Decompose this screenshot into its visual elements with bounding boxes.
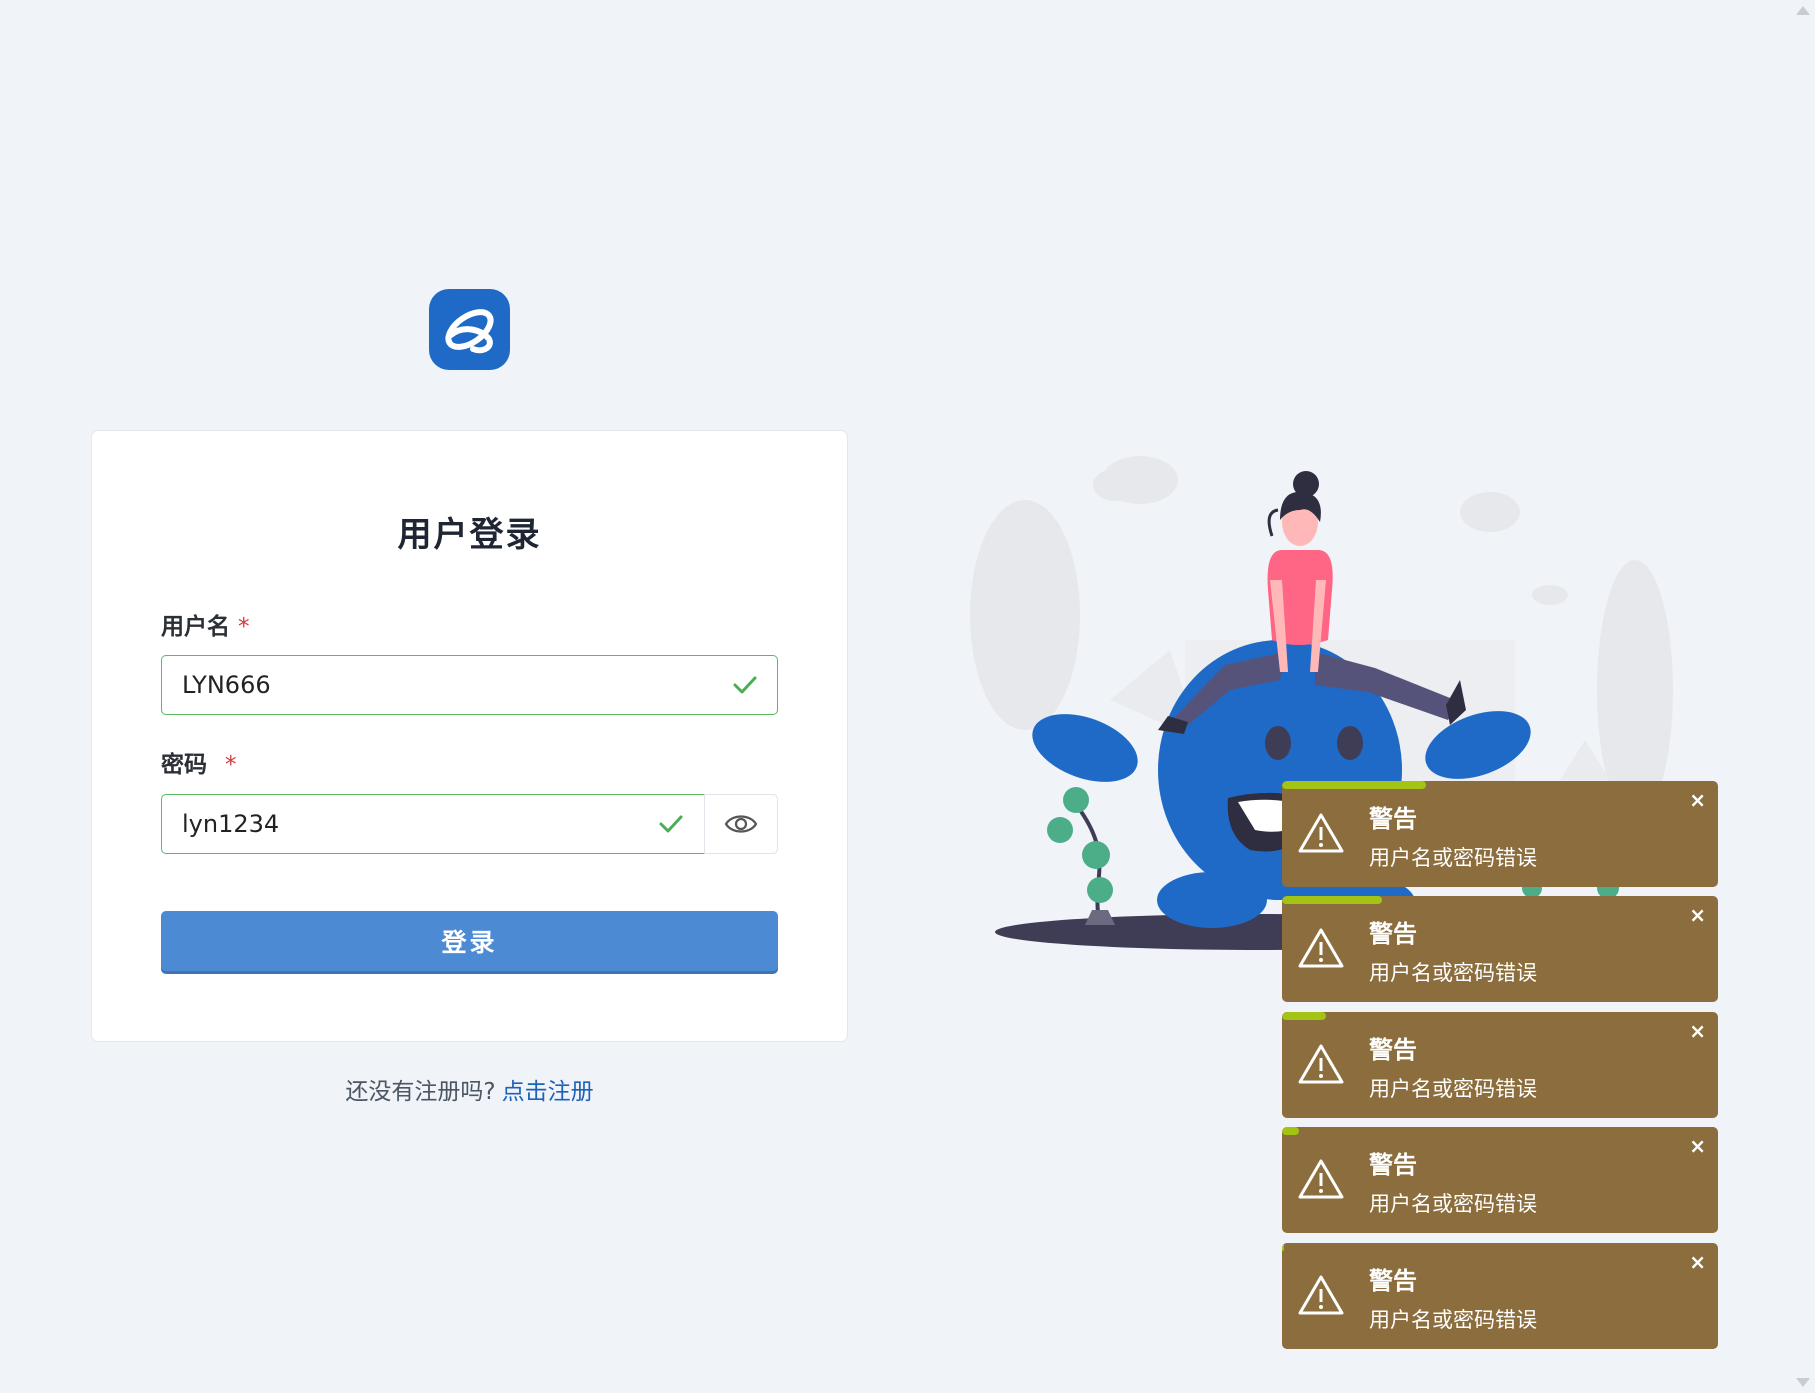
toast-message: 用户名或密码错误 (1369, 846, 1537, 870)
toast-message: 用户名或密码错误 (1369, 1077, 1537, 1101)
password-group (161, 794, 778, 854)
login-card: 用户登录 用户名 * 密码 * 登录 (91, 430, 848, 1042)
page-title: 用户登录 (397, 515, 542, 555)
toast-progress-bar (1282, 1012, 1326, 1020)
warning-toast: 警告 用户名或密码错误 × (1282, 1127, 1718, 1233)
toast-progress-bar (1282, 781, 1426, 789)
toast-message: 用户名或密码错误 (1369, 961, 1537, 985)
close-icon[interactable]: × (1689, 1136, 1706, 1156)
warning-toast: 警告 用户名或密码错误 × (1282, 781, 1718, 887)
toast-message: 用户名或密码错误 (1369, 1308, 1537, 1332)
warning-triangle-icon (1298, 813, 1344, 853)
warning-triangle-icon (1298, 1275, 1344, 1315)
eye-icon (724, 815, 758, 833)
checkmark-icon (659, 815, 683, 833)
required-mark: * (225, 752, 237, 778)
warning-triangle-icon (1298, 1044, 1344, 1084)
register-link[interactable]: 点击注册 (502, 1079, 594, 1105)
toast-title: 警告 (1369, 920, 1417, 948)
required-mark: * (238, 614, 250, 640)
close-icon[interactable]: × (1689, 1252, 1706, 1272)
password-label: 密码 * (161, 745, 237, 779)
register-prompt: 还没有注册吗? 点击注册 (91, 1072, 848, 1106)
username-input[interactable] (182, 656, 642, 714)
toast-title: 警告 (1369, 1036, 1417, 1064)
register-prompt-text: 还没有注册吗? (345, 1079, 496, 1105)
password-input[interactable] (182, 795, 602, 853)
warning-toast: 警告 用户名或密码错误 × (1282, 1243, 1718, 1349)
username-label-text: 用户名 (161, 614, 230, 640)
warning-toast: 警告 用户名或密码错误 × (1282, 896, 1718, 1002)
scroll-down-arrow-icon[interactable] (1796, 1378, 1810, 1387)
login-button[interactable]: 登录 (161, 911, 778, 971)
toast-progress-bar (1282, 896, 1383, 904)
warning-triangle-icon (1298, 928, 1344, 968)
toast-progress-bar (1282, 1127, 1300, 1135)
close-icon[interactable]: × (1689, 1021, 1706, 1041)
password-field[interactable] (161, 794, 704, 854)
password-label-text: 密码 (161, 752, 207, 778)
close-icon[interactable]: × (1689, 905, 1706, 925)
checkmark-icon (733, 676, 757, 694)
page-scrollbar[interactable] (1795, 0, 1815, 1393)
username-field[interactable] (161, 655, 778, 715)
toast-message: 用户名或密码错误 (1369, 1192, 1537, 1216)
scroll-up-arrow-icon[interactable] (1796, 6, 1810, 15)
app-logo-icon (429, 289, 510, 370)
warning-toast: 警告 用户名或密码错误 × (1282, 1012, 1718, 1118)
toast-title: 警告 (1369, 1151, 1417, 1179)
username-label: 用户名 * (161, 607, 250, 641)
warning-triangle-icon (1298, 1159, 1344, 1199)
toast-title: 警告 (1369, 805, 1417, 833)
show-password-button[interactable] (704, 794, 778, 854)
close-icon[interactable]: × (1689, 790, 1706, 810)
toast-title: 警告 (1369, 1267, 1417, 1295)
toast-progress-bar (1282, 1243, 1285, 1251)
